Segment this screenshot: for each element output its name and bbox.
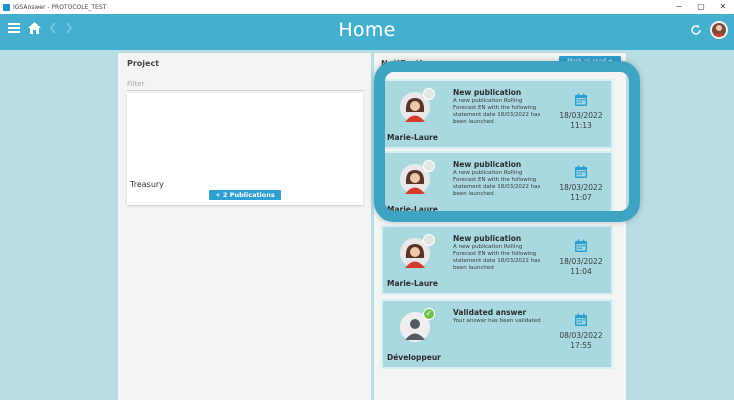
notification-date: 18/03/2022 11:13	[545, 111, 617, 131]
notification-date-value: 18/03/2022	[559, 111, 603, 120]
notification-date-value: 08/03/2022	[559, 331, 603, 340]
notification-title: New publication	[453, 88, 522, 97]
project-name: Treasury	[130, 180, 164, 189]
notification-date-value: 18/03/2022	[559, 183, 603, 192]
notification-title: New publication	[453, 160, 522, 169]
user-avatar[interactable]	[710, 21, 728, 39]
notification-card[interactable]: Marie-Laure New publication A new public…	[381, 151, 613, 221]
calendar-icon	[574, 92, 588, 106]
notification-title: Validated answer	[453, 308, 527, 317]
notification-author: Marie-Laure	[387, 205, 438, 214]
notification-date-value: 18/03/2022	[559, 257, 603, 266]
close-button[interactable]: ✕	[712, 0, 734, 14]
notification-body: A new publication Rolling Forecast EN wi…	[453, 98, 541, 125]
notification-time-value: 17:55	[570, 341, 592, 350]
notification-card[interactable]: ✓ Développeur Validated answer Your answ…	[381, 299, 613, 369]
notification-body: Your answer has been validated	[453, 318, 541, 324]
notification-author: Marie-Laure	[387, 279, 438, 288]
window-title: IGSAnswer - PROTOCOLE_TEST	[13, 3, 107, 11]
page-title: Home	[338, 19, 396, 41]
project-panel: Project Treasury + 2 Publications	[118, 53, 371, 400]
notification-time-value: 11:07	[570, 193, 592, 202]
notification-author: Développeur	[387, 353, 441, 362]
window-titlebar: IGSAnswer - PROTOCOLE_TEST − ▢ ✕	[0, 0, 734, 14]
notification-date: 08/03/2022 17:55	[545, 331, 617, 351]
notification-date: 18/03/2022 11:04	[545, 257, 617, 277]
refresh-icon[interactable]	[690, 24, 702, 36]
status-badge	[423, 88, 435, 100]
calendar-icon	[574, 164, 588, 178]
notification-body: A new publication Rolling Forecast EN wi…	[453, 244, 541, 271]
notifications-heading: Notifications	[381, 59, 439, 68]
mark-as-read-button[interactable]: Mark as read +	[559, 56, 621, 68]
check-icon: ✓	[423, 308, 435, 320]
notification-card[interactable]: Marie-Laure New publication A new public…	[381, 225, 613, 295]
app-header: Home	[0, 14, 734, 50]
calendar-icon	[574, 312, 588, 326]
notification-card[interactable]: Marie-Laure New publication A new public…	[381, 79, 613, 149]
notification-time-value: 11:04	[570, 267, 592, 276]
notification-title: New publication	[453, 234, 522, 243]
minimize-button[interactable]: −	[668, 0, 690, 14]
publications-button[interactable]: + 2 Publications	[209, 190, 281, 200]
status-badge	[423, 234, 435, 246]
filter-input[interactable]	[127, 78, 364, 91]
app-logo-icon	[3, 3, 10, 11]
maximize-button[interactable]: ▢	[690, 0, 712, 14]
notification-time-value: 11:13	[570, 121, 592, 130]
notification-date: 18/03/2022 11:07	[545, 183, 617, 203]
window-controls: − ▢ ✕	[668, 0, 734, 14]
status-badge	[423, 160, 435, 172]
project-card[interactable]: Treasury + 2 Publications	[127, 93, 363, 205]
calendar-icon	[574, 238, 588, 252]
project-heading: Project	[127, 59, 160, 68]
notifications-panel: Notifications Mark as read + Marie-Laure…	[374, 53, 626, 400]
notification-author: Marie-Laure	[387, 133, 438, 142]
notification-body: A new publication Rolling Forecast EN wi…	[453, 170, 541, 197]
